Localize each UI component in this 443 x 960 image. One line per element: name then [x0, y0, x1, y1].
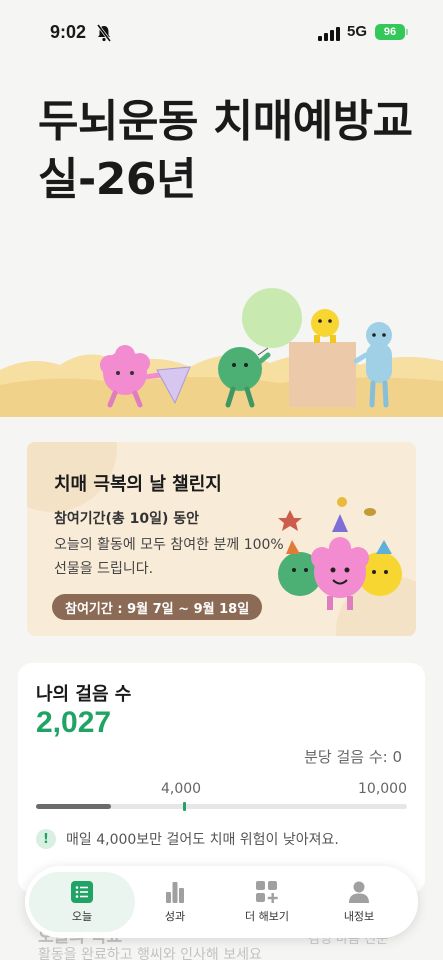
goal-mark-label: 4,000	[161, 781, 202, 797]
yellow-character	[311, 309, 339, 343]
steps-count: 2,027	[36, 706, 112, 739]
tab-today[interactable]: 오늘	[29, 872, 135, 932]
steps-per-minute: 분당 걸음 수: 0	[304, 748, 402, 766]
network-label: 5G	[347, 23, 368, 40]
steps-progress-fill	[36, 804, 112, 809]
tip-text: 매일 4,000보만 걸어도 치매 위험이 낮아져요.	[66, 832, 339, 848]
tab-profile[interactable]: 내정보	[311, 872, 407, 932]
max-mark-label: 10,000	[358, 781, 407, 797]
list-icon	[71, 881, 93, 903]
hero-illustration	[0, 288, 443, 425]
status-time: 9:02	[50, 22, 87, 42]
steps-label: 나의 걸음 수	[36, 684, 132, 705]
add-grid-icon	[256, 881, 278, 903]
info-exclamation-icon: !	[36, 829, 56, 849]
page-title: 두뇌운동 치매예방교실-26년	[38, 96, 413, 205]
bell-muted-icon	[96, 24, 112, 42]
status-bar: 9:02 5G 96	[0, 0, 443, 62]
tab-profile-label: 내정보	[343, 910, 375, 923]
challenge-card[interactable]: 치매 극복의 날 챌린지 참여기간(총 10일) 동안 오늘의 활동에 모두 참…	[27, 442, 416, 636]
tab-today-label: 오늘	[71, 910, 93, 923]
tab-results[interactable]: 성과	[127, 872, 223, 932]
signal-icon	[318, 27, 340, 41]
challenge-description: 오늘의 활동에 모두 참여한 분께 100% 선물을 드립니다.	[54, 537, 284, 577]
person-icon	[349, 881, 369, 903]
section-subtext: 활동을 완료하고 행씨와 인사해 보세요	[38, 947, 262, 960]
steps-card[interactable]: 나의 걸음 수 2,027 분당 걸음 수: 0 4,000 10,000 ! …	[18, 663, 425, 893]
challenge-title: 치매 극복의 날 챌린지	[54, 474, 222, 495]
bar-chart-icon	[166, 882, 184, 903]
tab-results-label: 성과	[164, 910, 186, 923]
tab-more[interactable]: 더 해보기	[219, 872, 315, 932]
goal-marker	[183, 802, 187, 811]
battery-icon: 96	[375, 24, 408, 40]
bottom-tab-bar: 오늘 성과 더 해보기 내정보	[25, 866, 418, 938]
party-characters-illustration	[278, 497, 402, 610]
challenge-subtitle: 참여기간(총 10일) 동안	[54, 511, 200, 527]
steps-tip: ! 매일 4,000보만 걸어도 치매 위험이 낮아져요.	[36, 829, 339, 849]
steps-progress-bar	[36, 802, 407, 811]
tab-more-label: 더 해보기	[245, 910, 289, 923]
challenge-period-badge: 참여기간 : 9월 7일 ~ 9월 18일	[52, 594, 263, 620]
